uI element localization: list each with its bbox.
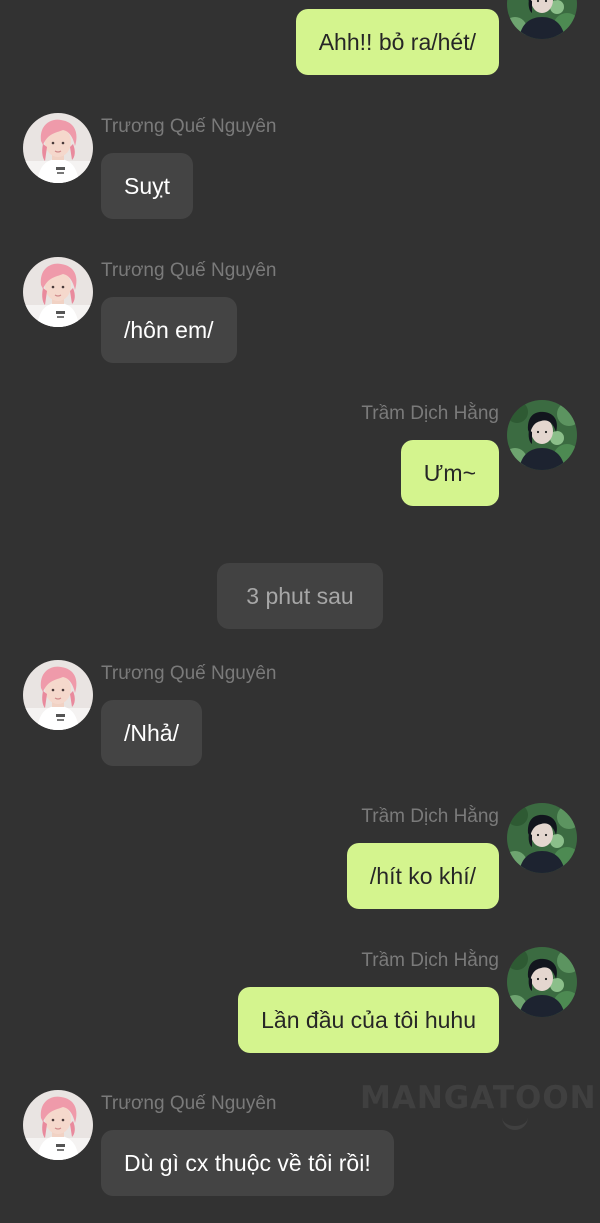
avatar-dark-hair-greenery-portrait-icon[interactable] <box>507 400 577 470</box>
message-bubble-incoming: /hôn em/ <box>101 297 237 363</box>
avatar-dark-hair-greenery-portrait-icon[interactable] <box>507 947 577 1017</box>
system-time-notice: 3 phut sau <box>217 563 383 629</box>
avatar-dark-hair-greenery-portrait-icon[interactable] <box>507 803 577 873</box>
message-bubble-incoming: Suỵt <box>101 153 194 219</box>
avatar-pink-hair-portrait-icon[interactable] <box>23 113 93 183</box>
sender-name: Trương Quế Nguyên <box>101 260 277 281</box>
sender-name: Trầm Dịch Hằng <box>361 950 499 971</box>
avatar-dark-hair-greenery-portrait-icon[interactable] <box>507 0 577 39</box>
sender-name: Trương Quế Nguyên <box>101 1093 277 1114</box>
sender-name: Trương Quế Nguyên <box>101 663 277 684</box>
message-bubble-outgoing: /hít ko khí/ <box>346 843 499 909</box>
chat-screen: Ahh!! bỏ ra/hét/ Trương Quế Nguyên Suỵt … <box>0 0 600 1223</box>
message-bubble-incoming: /Nhả/ <box>101 700 202 766</box>
message-bubble-outgoing: Ưm~ <box>400 440 499 506</box>
message-bubble-incoming: Dù gì cx thuộc về tôi rồi! <box>101 1130 394 1196</box>
sender-name: Trầm Dịch Hằng <box>361 806 499 827</box>
sender-name: Trầm Dịch Hằng <box>361 403 499 424</box>
avatar-pink-hair-portrait-icon[interactable] <box>23 257 93 327</box>
avatar-pink-hair-portrait-icon[interactable] <box>23 1090 93 1160</box>
message-bubble-outgoing: Lần đầu của tôi huhu <box>238 987 499 1053</box>
watermark: MANGATOON <box>360 1080 597 1116</box>
avatar-pink-hair-portrait-icon[interactable] <box>23 660 93 730</box>
sender-name: Trương Quế Nguyên <box>101 116 277 137</box>
watermark-smile-icon <box>502 1114 528 1130</box>
message-bubble-outgoing: Ahh!! bỏ ra/hét/ <box>295 9 499 75</box>
